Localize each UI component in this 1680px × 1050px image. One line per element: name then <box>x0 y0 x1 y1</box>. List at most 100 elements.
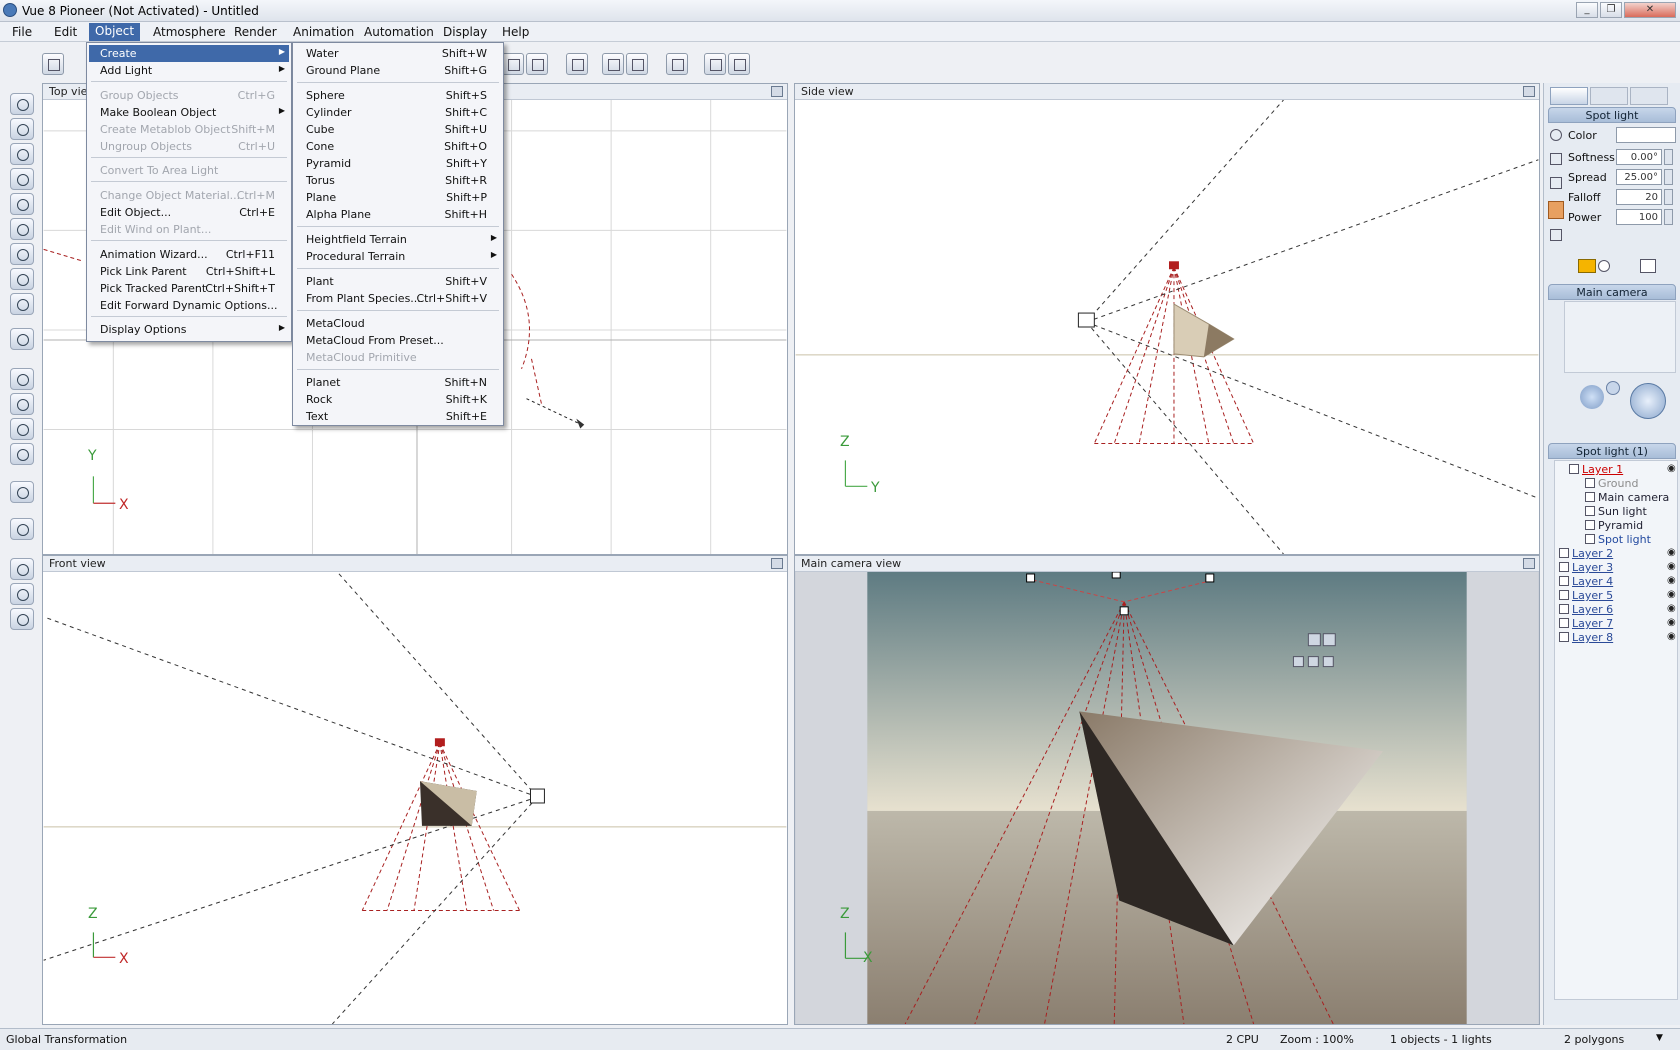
create-torus[interactable]: Torus Shift+R <box>295 172 501 189</box>
menu-atmosphere[interactable]: Atmosphere <box>153 25 226 39</box>
text-tool-icon[interactable] <box>10 143 34 165</box>
tree-main-camera[interactable]: Main camera <box>1585 491 1669 504</box>
shadow-icon[interactable] <box>1550 177 1562 189</box>
plane-tool-icon[interactable] <box>10 268 34 290</box>
layout-button[interactable] <box>602 53 624 75</box>
layout-alt-button[interactable] <box>626 53 648 75</box>
camera-tool-icon[interactable] <box>10 518 34 540</box>
restore-button[interactable]: ❐ <box>1600 2 1622 18</box>
power-input[interactable] <box>1616 209 1662 225</box>
create-cube[interactable]: Cube Shift+U <box>295 121 501 138</box>
close-button[interactable]: ✕ <box>1624 2 1676 18</box>
camera-options-button[interactable] <box>728 53 750 75</box>
ungroup-tool-icon[interactable] <box>10 443 34 465</box>
create-alpha-plane[interactable]: Alpha Plane Shift+H <box>295 206 501 223</box>
softness-input[interactable] <box>1616 149 1662 165</box>
create-plane[interactable]: Plane Shift+P <box>295 189 501 206</box>
eye-icon[interactable]: ◉ <box>1667 603 1676 614</box>
sphere-tool-icon[interactable] <box>10 118 34 140</box>
scale-tool-icon[interactable] <box>10 608 34 630</box>
front-view-viewport[interactable]: Front view Z X <box>42 555 788 1025</box>
tree-layer-3[interactable]: Layer 3 <box>1559 561 1613 574</box>
maximize-viewport-button[interactable] <box>1523 86 1535 97</box>
create-water[interactable]: Water Shift+W <box>295 45 501 62</box>
create-from-plant-species[interactable]: From Plant Species... Ctrl+Shift+V <box>295 290 501 307</box>
new-scene-button[interactable] <box>42 53 64 75</box>
tree-layer-2[interactable]: Layer 2 <box>1559 547 1613 560</box>
terrain-tool-icon[interactable] <box>10 168 34 190</box>
create-metacloud-preset[interactable]: MetaCloud From Preset... <box>295 332 501 349</box>
tree-layer-1[interactable]: Layer 1 <box>1569 463 1623 476</box>
menu-item-add-light[interactable]: Add Light ▶ <box>89 62 289 79</box>
color-picker-icon[interactable] <box>1598 260 1610 272</box>
create-text[interactable]: Text Shift+E <box>295 408 501 425</box>
sun-icon[interactable] <box>1550 129 1562 141</box>
create-sphere[interactable]: Sphere Shift+S <box>295 87 501 104</box>
menu-item-forward-dynamic[interactable]: Edit Forward Dynamic Options... <box>89 297 289 314</box>
camera-snapshot-button[interactable] <box>704 53 726 75</box>
menu-help[interactable]: Help <box>502 25 529 39</box>
menu-item-animation-wizard[interactable]: Animation Wizard... Ctrl+F11 <box>89 246 289 263</box>
maximize-viewport-button[interactable] <box>771 558 783 569</box>
tree-layer-6[interactable]: Layer 6 <box>1559 603 1613 616</box>
menu-edit[interactable]: Edit <box>54 25 77 39</box>
tree-sun-light[interactable]: Sun light <box>1585 505 1647 518</box>
polygons-dropdown-icon[interactable]: ▼ <box>1656 1033 1663 1043</box>
menu-automation[interactable]: Automation <box>364 25 434 39</box>
main-camera-viewport[interactable]: Main camera view Z X <box>794 555 1540 1025</box>
tree-layer-8[interactable]: Layer 8 <box>1559 631 1613 644</box>
create-pyramid[interactable]: Pyramid Shift+Y <box>295 155 501 172</box>
link-icon[interactable] <box>1550 153 1562 165</box>
minimize-button[interactable]: _ <box>1576 2 1598 18</box>
water-tool-icon[interactable] <box>10 93 34 115</box>
render-area-button[interactable] <box>666 53 688 75</box>
falloff-input[interactable] <box>1616 189 1662 205</box>
roll-control-icon[interactable] <box>1606 381 1620 395</box>
dolly-control-icon[interactable] <box>1630 383 1666 419</box>
menu-file[interactable]: File <box>12 25 32 39</box>
spread-input[interactable] <box>1616 169 1662 185</box>
create-plant[interactable]: Plant Shift+V <box>295 273 501 290</box>
zoom-out-button[interactable] <box>526 53 548 75</box>
tree-layer-5[interactable]: Layer 5 <box>1559 589 1613 602</box>
maximize-viewport-button[interactable] <box>1523 558 1535 569</box>
edit-light-icon[interactable] <box>1640 259 1656 273</box>
create-metacloud[interactable]: MetaCloud <box>295 315 501 332</box>
menu-item-display-options[interactable]: Display Options ▶ <box>89 321 289 338</box>
create-cone[interactable]: Cone Shift+O <box>295 138 501 155</box>
create-planet[interactable]: Planet Shift+N <box>295 374 501 391</box>
eye-icon[interactable]: ◉ <box>1667 463 1676 474</box>
menu-animation[interactable]: Animation <box>293 25 354 39</box>
create-rock[interactable]: Rock Shift+K <box>295 391 501 408</box>
pan-control-icon[interactable] <box>1580 385 1604 409</box>
light-bulb-icon[interactable] <box>10 481 34 503</box>
create-heightfield-terrain[interactable]: Heightfield Terrain ▶ <box>295 231 501 248</box>
power-spinner[interactable] <box>1664 209 1673 225</box>
cloud-tool-icon[interactable] <box>10 243 34 265</box>
tree-ground[interactable]: Ground <box>1585 477 1638 490</box>
menu-display[interactable]: Display <box>443 25 487 39</box>
menu-object[interactable]: Object <box>89 23 141 41</box>
eye-icon[interactable]: ◉ <box>1667 561 1676 572</box>
create-ground-plane[interactable]: Ground Plane Shift+G <box>295 62 501 79</box>
metablob-tool-icon[interactable] <box>10 418 34 440</box>
lens-flare-icon[interactable] <box>1550 229 1562 241</box>
frame-view-button[interactable] <box>566 53 588 75</box>
menu-item-create[interactable]: Create ▶ <box>89 45 289 62</box>
align-tool-icon[interactable] <box>10 558 34 580</box>
menu-item-edit-object[interactable]: Edit Object... Ctrl+E <box>89 204 289 221</box>
eye-icon[interactable]: ◉ <box>1667 631 1676 642</box>
planet-tool-icon[interactable] <box>10 293 34 315</box>
eye-icon[interactable]: ◉ <box>1667 617 1676 628</box>
tree-layer-4[interactable]: Layer 4 <box>1559 575 1613 588</box>
spread-spinner[interactable] <box>1664 169 1673 185</box>
group-tool-icon[interactable] <box>10 368 34 390</box>
color-swatch[interactable] <box>1616 127 1676 143</box>
softness-spinner[interactable] <box>1664 149 1673 165</box>
eye-icon[interactable]: ◉ <box>1667 547 1676 558</box>
light-color-swatch[interactable] <box>1578 259 1596 273</box>
create-cylinder[interactable]: Cylinder Shift+C <box>295 104 501 121</box>
library-tool-icon[interactable] <box>10 328 34 350</box>
menu-item-pick-link-parent[interactable]: Pick Link Parent Ctrl+Shift+L <box>89 263 289 280</box>
eye-icon[interactable]: ◉ <box>1667 575 1676 586</box>
